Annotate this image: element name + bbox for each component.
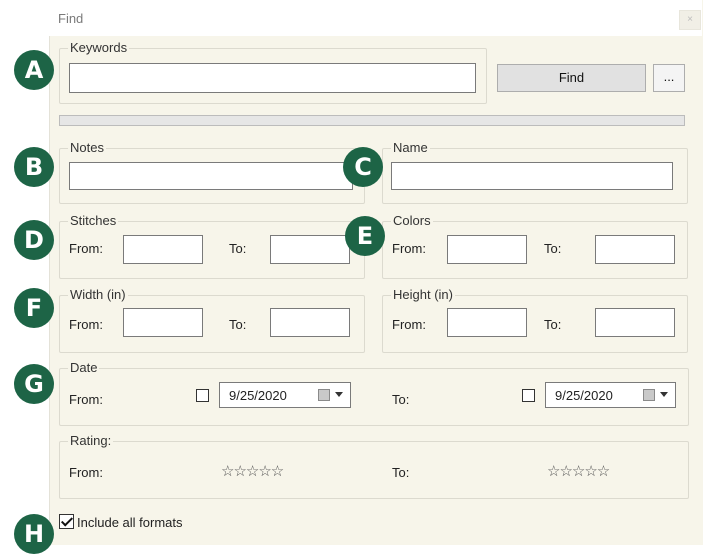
date-from-checkbox[interactable] [196, 389, 209, 402]
name-legend: Name [391, 140, 430, 156]
window-title: Find [58, 11, 84, 26]
width-to-label: To: [229, 317, 247, 332]
calendar-icon[interactable] [318, 389, 330, 401]
rating-to-label: To: [392, 465, 410, 480]
annotation-badge-e: E [345, 216, 385, 256]
date-legend: Date [68, 360, 100, 376]
date-to-picker[interactable]: 9/25/2020 [545, 382, 676, 408]
width-from-label: From: [69, 317, 103, 332]
height-from-label: From: [392, 317, 426, 332]
width-from-input[interactable] [123, 308, 203, 337]
date-to-value: 9/25/2020 [555, 388, 613, 403]
annotation-badge-d: D [14, 220, 54, 260]
stitches-to-input[interactable] [270, 235, 350, 264]
chevron-down-icon[interactable] [660, 392, 668, 397]
chevron-down-icon[interactable] [335, 392, 343, 397]
colors-to-input[interactable] [595, 235, 675, 264]
stitches-to-label: To: [229, 241, 247, 256]
stitches-legend: Stitches [68, 213, 119, 229]
height-legend: Height (in) [391, 287, 455, 303]
width-to-input[interactable] [270, 308, 350, 337]
more-options-button[interactable]: ... [653, 64, 685, 92]
notes-legend: Notes [68, 140, 106, 156]
date-from-picker[interactable]: 9/25/2020 [219, 382, 351, 408]
date-to-label: To: [392, 392, 410, 407]
include-all-formats-label[interactable]: Include all formats [77, 515, 183, 530]
calendar-icon[interactable] [643, 389, 655, 401]
width-legend: Width (in) [68, 287, 128, 303]
colors-to-label: To: [544, 241, 562, 256]
rating-from-label: From: [69, 465, 103, 480]
annotation-badge-f: F [14, 288, 54, 328]
include-all-formats-checkbox[interactable] [59, 514, 74, 529]
annotation-badge-a: A [14, 50, 54, 90]
annotation-badge-g: G [14, 364, 54, 404]
keywords-legend: Keywords [68, 40, 130, 56]
date-from-label: From: [69, 392, 103, 407]
height-from-input[interactable] [447, 308, 527, 337]
date-from-value: 9/25/2020 [229, 388, 287, 403]
notes-input[interactable] [69, 162, 353, 190]
rating-to-stars[interactable]: ☆☆☆☆☆ [547, 462, 610, 480]
height-to-label: To: [544, 317, 562, 332]
title-bar [49, 0, 702, 36]
annotation-badge-c: C [343, 147, 383, 187]
annotation-badge-h: H [14, 514, 54, 554]
name-input[interactable] [391, 162, 673, 190]
height-to-input[interactable] [595, 308, 675, 337]
stitches-from-label: From: [69, 241, 103, 256]
close-button[interactable]: × [679, 10, 701, 30]
rating-legend: Rating: [68, 433, 114, 449]
annotation-badge-b: B [14, 147, 54, 187]
find-button[interactable]: Find [497, 64, 646, 92]
keywords-input[interactable] [69, 63, 476, 93]
colors-from-label: From: [392, 241, 426, 256]
stitches-from-input[interactable] [123, 235, 203, 264]
colors-from-input[interactable] [447, 235, 527, 264]
date-to-checkbox[interactable] [522, 389, 535, 402]
search-progress-bar [59, 115, 685, 126]
rating-from-stars[interactable]: ☆☆☆☆☆ [221, 462, 284, 480]
colors-legend: Colors [391, 213, 433, 229]
